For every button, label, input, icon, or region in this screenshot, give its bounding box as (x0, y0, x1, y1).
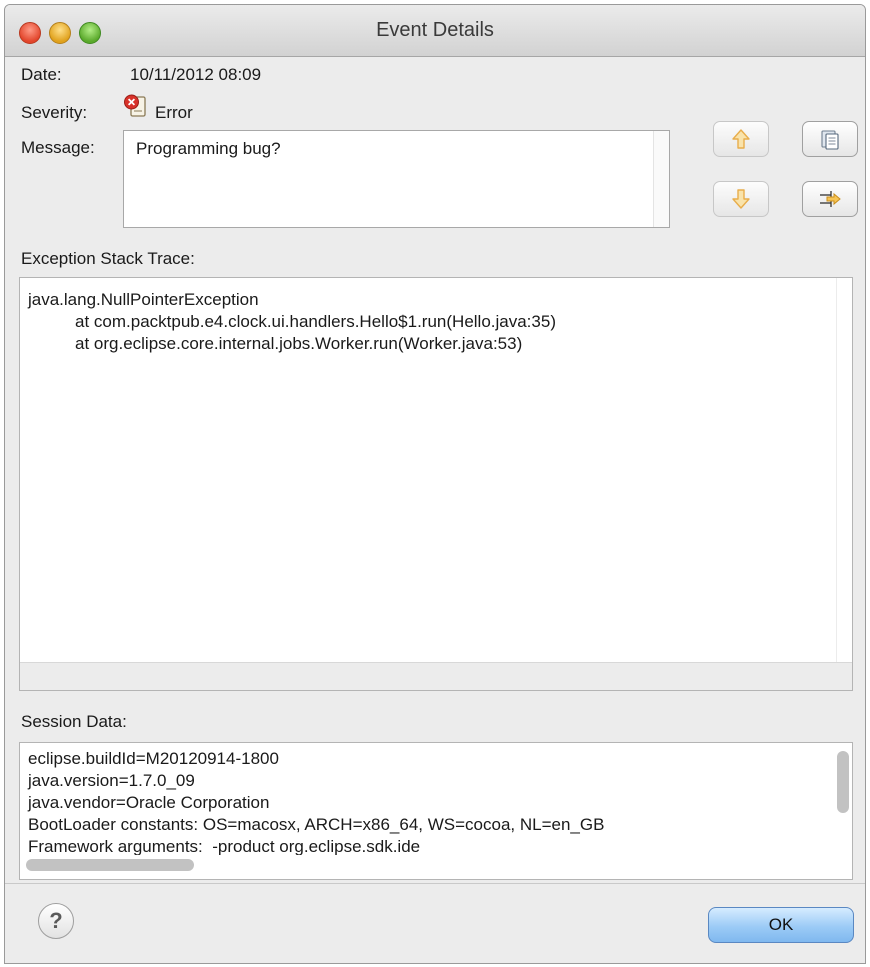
footer-divider (5, 883, 865, 884)
next-event-button[interactable] (713, 181, 769, 217)
filter-button[interactable] (802, 181, 858, 217)
message-label: Message: (21, 138, 95, 157)
copy-event-button[interactable] (802, 121, 858, 157)
session-vertical-scroll-thumb[interactable] (837, 751, 849, 813)
ok-button[interactable]: OK (708, 907, 854, 943)
previous-event-button[interactable] (713, 121, 769, 157)
arrow-down-icon (732, 189, 750, 209)
session-data-line: BootLoader constants: OS=macosx, ARCH=x8… (28, 815, 605, 834)
stack-trace-line: java.lang.NullPointerException (28, 290, 259, 309)
title-bar: Event Details (5, 5, 865, 57)
severity-value: Error (155, 103, 193, 122)
session-data-line: eclipse.buildId=M20120914-1800 (28, 749, 279, 768)
event-details-dialog: Event Details Date: 10/11/2012 08:09 Sev… (4, 4, 866, 964)
message-field[interactable]: Programming bug? (123, 130, 670, 228)
message-scrollbar[interactable] (653, 131, 669, 227)
stack-trace-line: at org.eclipse.core.internal.jobs.Worker… (75, 334, 523, 353)
window-title: Event Details (376, 19, 494, 41)
date-label: Date: (21, 65, 62, 84)
session-data-line: java.vendor=Oracle Corporation (28, 793, 270, 812)
arrow-up-icon (732, 129, 750, 149)
stack-trace-field[interactable]: java.lang.NullPointerException at com.pa… (19, 277, 853, 691)
stack-trace-hscroll-track[interactable] (20, 662, 852, 690)
stack-trace-label: Exception Stack Trace: (21, 249, 195, 268)
message-text: Programming bug? (136, 139, 281, 158)
session-data-field[interactable]: eclipse.buildId=M20120914-1800 java.vers… (19, 742, 853, 880)
session-horizontal-scroll-thumb[interactable] (26, 859, 194, 871)
date-value: 10/11/2012 08:09 (130, 65, 262, 84)
help-button[interactable]: ? (38, 903, 74, 939)
filter-icon (820, 191, 841, 207)
clipboard-icon (821, 130, 839, 150)
session-data-line: java.version=1.7.0_09 (28, 771, 195, 790)
error-icon (124, 94, 146, 117)
session-data-line: Framework arguments: -product org.eclips… (28, 837, 421, 856)
severity-label: Severity: (21, 103, 88, 122)
session-data-label: Session Data: (21, 712, 127, 731)
stack-trace-line: at com.packtpub.e4.clock.ui.handlers.Hel… (75, 312, 556, 331)
stack-trace-scrollbar[interactable] (836, 278, 852, 664)
